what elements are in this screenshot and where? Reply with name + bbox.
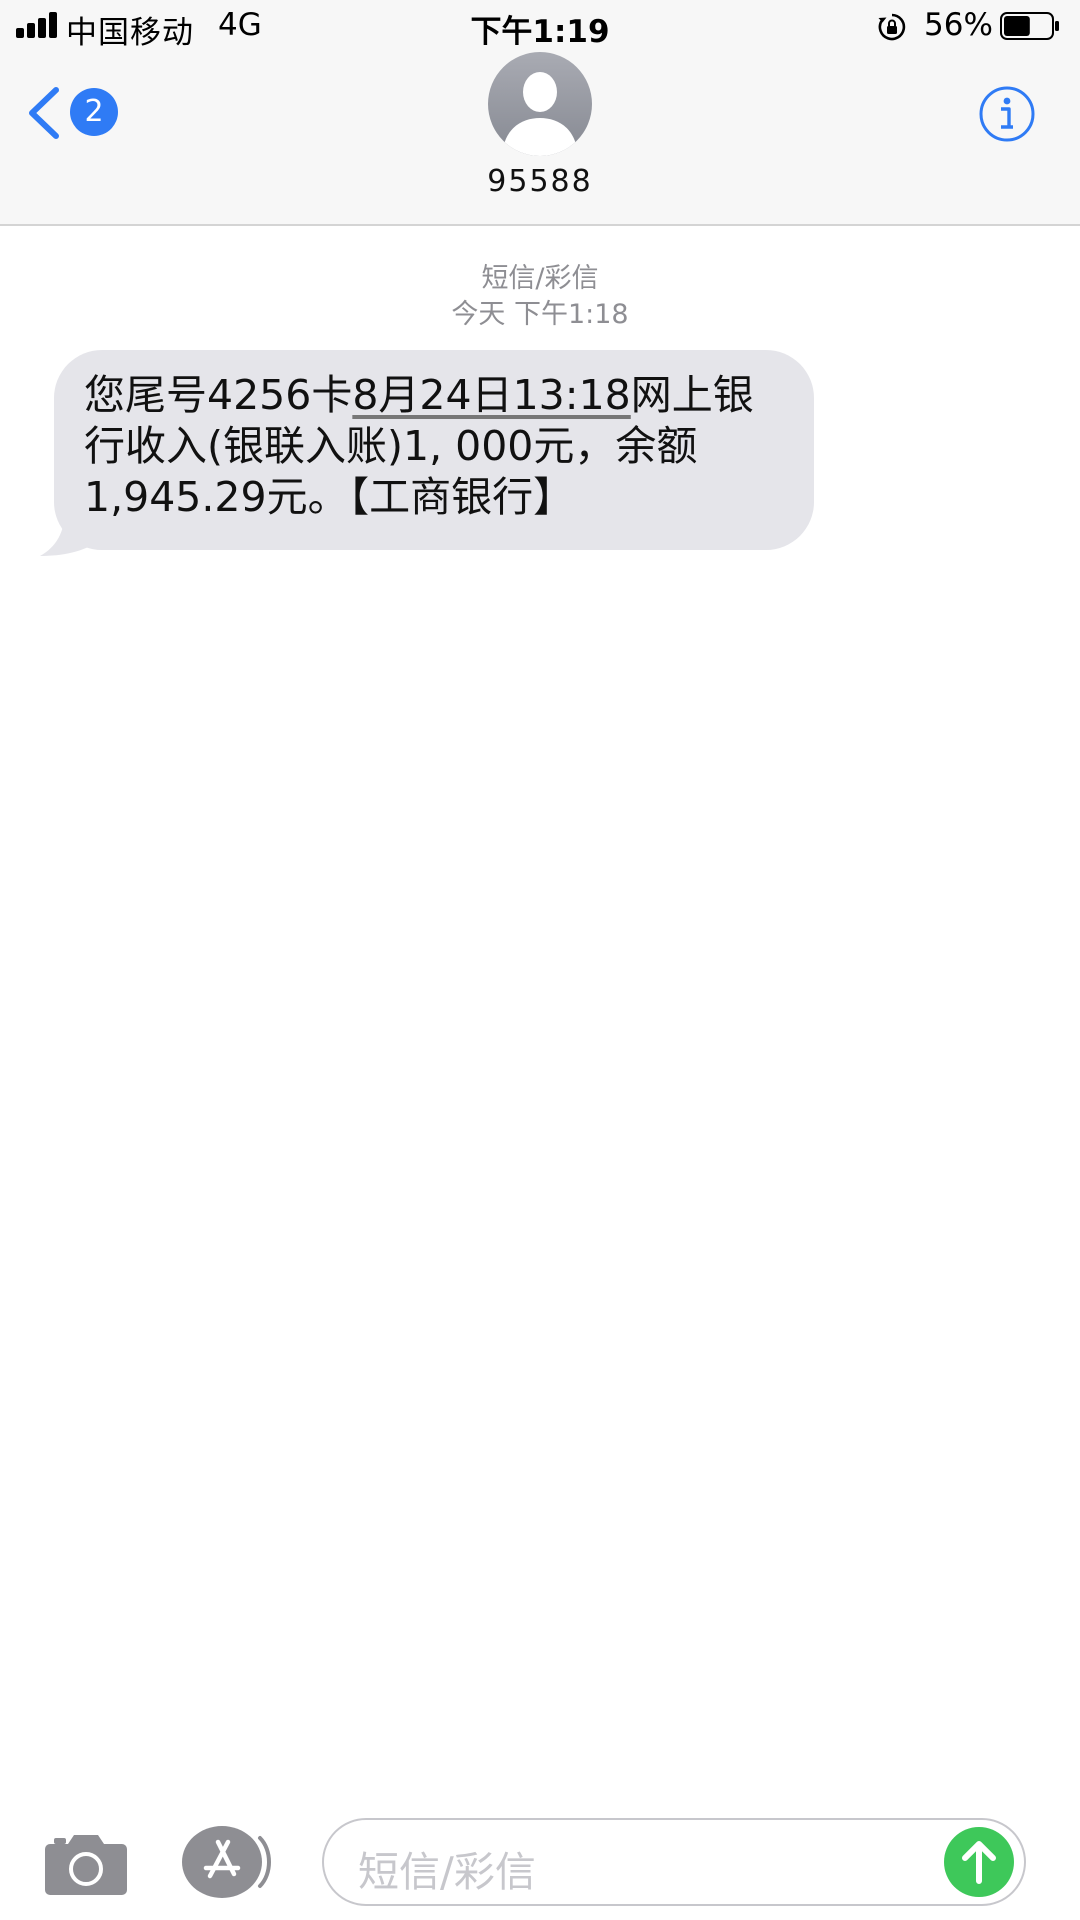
- status-bar: 中国移动 4G 下午1:19 56%: [0, 0, 1080, 52]
- rotation-lock-icon: [878, 13, 906, 41]
- app-store-icon[interactable]: [180, 1824, 276, 1900]
- battery-percentage: 56%: [924, 7, 993, 43]
- message-input-placeholder: 短信/彩信: [358, 1848, 536, 1896]
- chevron-left-icon: [29, 87, 59, 139]
- message-timestamp: 今天 下午1:18: [451, 299, 629, 330]
- message-type-label: 短信/彩信: [481, 263, 599, 294]
- arrow-up-icon: [962, 1841, 996, 1884]
- back-button[interactable]: 2: [26, 80, 126, 144]
- date-link[interactable]: 8月24日13:18: [352, 371, 630, 419]
- contact-name[interactable]: 95588: [0, 164, 1080, 199]
- messages-screen: 中国移动 4G 下午1:19 56% 2 95588 短信/彩信 今天 下午1:…: [0, 0, 1080, 1920]
- received-message[interactable]: 您尾号4256卡8月24日13:18网上银 行收入(银联入账)1, 000元，余…: [40, 350, 820, 556]
- message-line-2: 行收入(银联入账)1, 000元，余额: [84, 422, 698, 470]
- camera-icon[interactable]: [44, 1832, 128, 1896]
- message-line-1: 您尾号4256卡8月24日13:18网上银: [84, 370, 790, 421]
- unread-count-badge: 2: [70, 88, 118, 136]
- message-text: 您尾号4256卡: [84, 371, 353, 419]
- message-line-3: 1,945.29元。【工商银行】: [84, 473, 575, 521]
- send-button[interactable]: [944, 1827, 1014, 1897]
- message-text: 网上银: [630, 371, 754, 419]
- conversation-header: 2 95588: [0, 52, 1080, 226]
- contact-avatar[interactable]: [488, 52, 592, 156]
- status-time: 下午1:19: [470, 14, 610, 50]
- compose-bar: 短信/彩信: [0, 1810, 1080, 1920]
- battery-icon: [1000, 12, 1059, 40]
- message-bubble[interactable]: 您尾号4256卡8月24日13:18网上银 行收入(银联入账)1, 000元，余…: [54, 350, 814, 550]
- message-input[interactable]: 短信/彩信: [322, 1818, 1026, 1906]
- info-icon[interactable]: [978, 85, 1036, 143]
